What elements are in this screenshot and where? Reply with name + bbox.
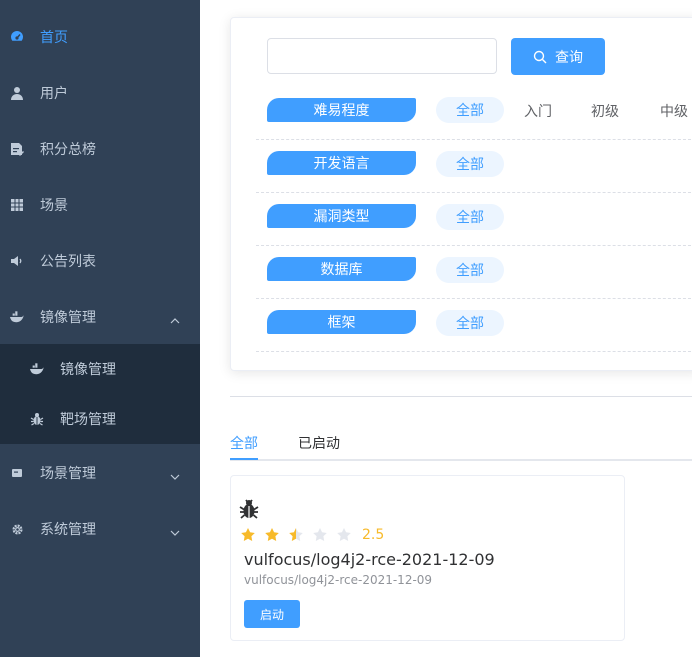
sidebar-item-label: 积分总榜 <box>40 142 96 158</box>
sidebar-item-scene-management[interactable]: 场景管理 <box>0 445 200 501</box>
submenu-item-range-management[interactable]: 靶场管理 <box>0 394 200 444</box>
star-icon <box>265 528 279 541</box>
sidebar-item-scenes[interactable]: 场景 <box>0 177 200 233</box>
bug-icon <box>238 498 260 520</box>
filter-row-language: 开发语言 全部 <box>256 140 692 193</box>
dashboard-icon <box>10 30 24 44</box>
sidebar-item-image-management[interactable]: 镜像管理 <box>0 289 200 345</box>
filter-option-all[interactable]: 全部 <box>436 204 504 230</box>
search-button-label: 查询 <box>555 49 583 66</box>
chevron-down-icon <box>170 469 180 480</box>
sidebar-item-label: 场景 <box>40 198 68 214</box>
sidebar-item-leaderboard[interactable]: 积分总榜 <box>0 121 200 177</box>
sidebar-item-users[interactable]: 用户 <box>0 65 200 121</box>
sidebar-item-label: 公告列表 <box>40 254 96 270</box>
image-management-submenu: 镜像管理 靶场管理 <box>0 344 200 444</box>
star-icon <box>313 528 327 541</box>
active-tab-indicator <box>230 458 258 460</box>
sidebar-item-system-management[interactable]: 系统管理 <box>0 501 200 557</box>
tab-started[interactable]: 已启动 <box>298 433 340 453</box>
bug-icon <box>30 412 44 426</box>
rating-stars: 2.5 <box>240 527 384 543</box>
filter-label: 漏洞类型 <box>267 204 416 228</box>
star-icon <box>337 528 351 541</box>
speaker-icon <box>10 254 24 268</box>
divider <box>230 396 692 397</box>
filter-row-framework: 框架 全部 <box>256 299 692 352</box>
filter-row-database: 数据库 全部 <box>256 246 692 299</box>
search-icon <box>533 50 547 64</box>
filter-option-all[interactable]: 全部 <box>436 151 504 177</box>
rating-value: 2.5 <box>362 527 385 543</box>
star-icon <box>289 528 303 541</box>
table-grid-icon <box>10 198 24 212</box>
sidebar-item-label: 场景管理 <box>40 466 96 482</box>
image-subtitle: vulfocus/log4j2-rce-2021-12-09 <box>244 573 433 587</box>
filter-option[interactable]: 初级 <box>591 101 619 121</box>
search-input[interactable] <box>267 38 497 74</box>
sidebar-item-label: 镜像管理 <box>40 310 96 326</box>
image-title: vulfocus/log4j2-rce-2021-12-09 <box>244 550 495 569</box>
filter-row-vuln-type: 漏洞类型 全部 <box>256 193 692 246</box>
filter-option-all[interactable]: 全部 <box>436 257 504 283</box>
filter-label: 开发语言 <box>267 151 416 175</box>
docker-icon <box>30 362 44 376</box>
filter-label: 框架 <box>267 310 416 334</box>
filter-option[interactable]: 中级 <box>660 101 688 121</box>
filter-label: 数据库 <box>267 257 416 281</box>
chevron-up-icon <box>170 313 180 324</box>
tab-all[interactable]: 全部 <box>230 433 258 453</box>
filter-option-all[interactable]: 全部 <box>436 310 504 336</box>
filter-label: 难易程度 <box>267 98 416 122</box>
submenu-item-image-management[interactable]: 镜像管理 <box>0 344 200 394</box>
gear-icon <box>10 522 24 536</box>
sidebar: 首页 用户 积分总榜 场景 公告列表 镜像管理 镜像管理 靶场管理 场景管理 系… <box>0 0 200 657</box>
sidebar-item-label: 首页 <box>40 30 68 46</box>
filter-row-difficulty: 难易程度 全部 入门 初级 中级 <box>256 87 692 140</box>
submenu-item-label: 靶场管理 <box>60 412 116 428</box>
start-button[interactable]: 启动 <box>244 600 300 628</box>
sidebar-item-home[interactable]: 首页 <box>0 9 200 65</box>
submenu-item-label: 镜像管理 <box>60 362 116 378</box>
document-edit-icon <box>10 142 24 156</box>
tabs: 全部 已启动 <box>230 425 692 461</box>
user-icon <box>10 86 24 100</box>
filter-option-all[interactable]: 全部 <box>436 97 504 123</box>
sidebar-item-label: 系统管理 <box>40 522 96 538</box>
chevron-down-icon <box>170 525 180 536</box>
docker-icon <box>10 310 24 324</box>
filter-option[interactable]: 入门 <box>524 101 552 121</box>
search-button[interactable]: 查询 <box>511 38 605 75</box>
sidebar-item-label: 用户 <box>40 86 68 102</box>
star-icon <box>241 528 255 541</box>
form-icon <box>10 466 24 480</box>
sidebar-item-announcements[interactable]: 公告列表 <box>0 233 200 289</box>
